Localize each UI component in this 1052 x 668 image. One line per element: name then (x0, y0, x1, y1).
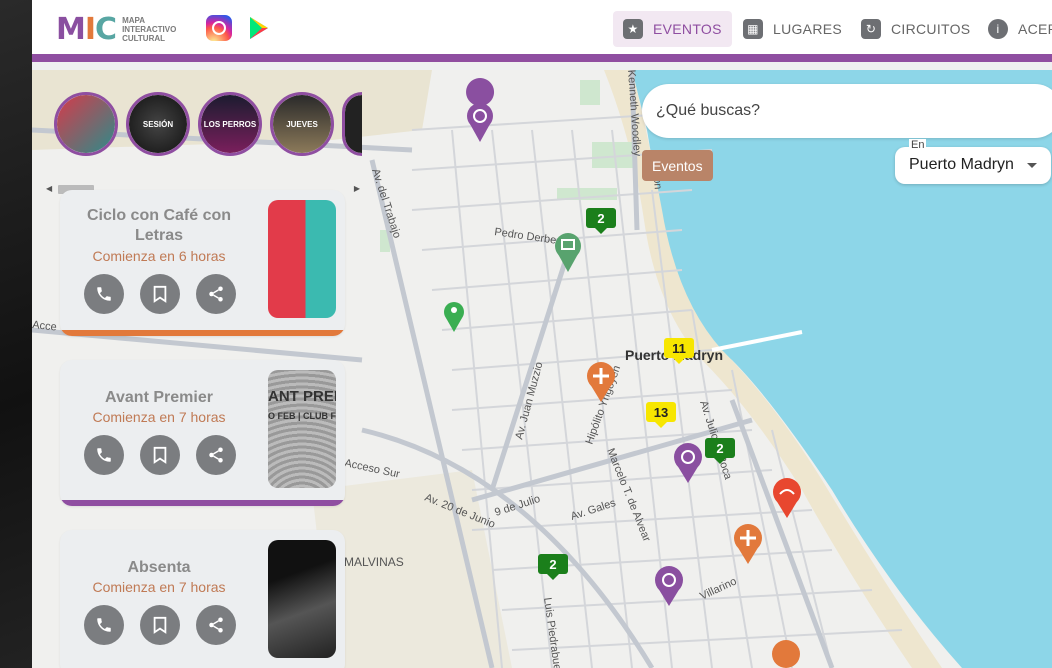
nav-eventos[interactable]: ★ EVENTOS (613, 11, 732, 47)
cluster-marker[interactable]: 2 (586, 208, 616, 234)
chevron-down-icon (1027, 163, 1037, 168)
story-thumbnail[interactable] (54, 92, 118, 156)
event-title: Absenta (127, 559, 191, 576)
share-button[interactable] (196, 605, 236, 645)
event-thumbnail[interactable] (268, 200, 336, 318)
bookmark-icon (153, 446, 167, 464)
event-start-time: Comienza en 6 horas (92, 248, 226, 264)
nav-acerca[interactable]: i ACERCA (978, 11, 1052, 47)
building-icon: ▦ (743, 19, 763, 39)
event-start-time: Comienza en 7 horas (92, 409, 226, 425)
svg-text:11: 11 (672, 341, 686, 356)
nav-label: ACERCA (1018, 21, 1052, 37)
story-thumbnail[interactable]: LOS PERROS (198, 92, 262, 156)
event-card[interactable]: Ciclo con Café con Letras Comienza en 6 … (60, 190, 345, 336)
instagram-icon[interactable] (206, 15, 232, 41)
event-thumbnail[interactable]: ANT PREM O FEB | CLUB FE (268, 370, 336, 488)
place-marker[interactable] (772, 640, 800, 668)
street-label: Av. Gales (569, 497, 618, 523)
city-select-label: En (909, 139, 927, 151)
event-thumbnail[interactable] (268, 540, 336, 658)
info-icon: i (988, 19, 1008, 39)
svg-text:2: 2 (716, 441, 723, 456)
story-thumbnail[interactable]: JUEVES (270, 92, 334, 156)
svg-text:13: 13 (654, 405, 668, 420)
nav-circuitos[interactable]: ↻ CIRCUITOS (851, 11, 980, 47)
event-card[interactable]: Avant Premier Comienza en 7 horas ANT PR… (60, 360, 345, 506)
street-label: Acceso Sur (343, 457, 401, 481)
bookmark-button[interactable] (140, 605, 180, 645)
svg-text:2: 2 (549, 557, 556, 572)
event-start-time: Comienza en 7 horas (92, 579, 226, 595)
scroll-right-icon[interactable]: ▶ (354, 184, 360, 193)
call-button[interactable] (84, 605, 124, 645)
logo[interactable]: MIC MAPA INTERACTIVO CULTURAL (56, 12, 186, 47)
bookmark-button[interactable] (140, 435, 180, 475)
top-bar: MIC MAPA INTERACTIVO CULTURAL ★ EVENTOS … (32, 0, 1052, 62)
story-thumbnail[interactable] (342, 92, 362, 156)
share-icon (209, 617, 223, 633)
event-title: Avant Premier (105, 389, 213, 406)
logo-mark: MIC (56, 12, 117, 47)
app-window: MIC MAPA INTERACTIVO CULTURAL ★ EVENTOS … (32, 0, 1052, 668)
event-title: Ciclo con Café con Letras (86, 207, 232, 244)
cluster-marker[interactable]: 13 (646, 402, 676, 428)
street-label: MALVINAS (344, 555, 404, 569)
nav-lugares[interactable]: ▦ LUGARES (733, 11, 852, 47)
card-accent-bar (60, 500, 345, 506)
desktop-background (0, 0, 32, 668)
story-thumbnail[interactable]: SESIÓN (126, 92, 190, 156)
street-label: Marcelo T. de Alvear (604, 447, 653, 544)
cluster-marker[interactable]: 2 (705, 438, 735, 464)
route-icon: ↻ (861, 19, 881, 39)
city-select-value: Puerto Madryn (909, 156, 1014, 173)
place-marker[interactable] (734, 524, 762, 564)
share-button[interactable] (196, 274, 236, 314)
bookmark-button[interactable] (140, 274, 180, 314)
stories-row[interactable]: SESIÓN LOS PERROS JUEVES ◀ ▶ (32, 88, 362, 194)
phone-icon (97, 287, 111, 301)
card-accent-bar (60, 330, 345, 336)
share-icon (209, 447, 223, 463)
scroll-left-icon[interactable]: ◀ (46, 184, 52, 193)
place-marker[interactable] (466, 78, 495, 142)
nav-label: LUGARES (773, 21, 843, 37)
nav-label: CIRCUITOS (891, 21, 971, 37)
phone-icon (97, 448, 111, 462)
map[interactable]: Pedro Derbes Av. del Trabajo Av. Juan Mu… (32, 70, 1052, 668)
event-card[interactable]: Absenta Comienza en 7 horas (60, 530, 345, 668)
place-marker[interactable] (555, 233, 581, 272)
star-ticket-icon: ★ (623, 19, 643, 39)
share-icon (209, 286, 223, 302)
call-button[interactable] (84, 435, 124, 475)
call-button[interactable] (84, 274, 124, 314)
bookmark-icon (153, 285, 167, 303)
bookmark-icon (153, 616, 167, 634)
filter-chip-eventos[interactable]: Eventos (642, 150, 713, 181)
nav-label: EVENTOS (653, 21, 722, 37)
phone-icon (97, 618, 111, 632)
search-input[interactable] (656, 98, 1036, 124)
city-select[interactable]: En Puerto Madryn (895, 139, 1051, 184)
search-box[interactable] (642, 84, 1052, 138)
street-label: Acce (32, 319, 57, 333)
svg-text:2: 2 (597, 211, 604, 226)
share-button[interactable] (196, 435, 236, 475)
google-play-icon[interactable] (246, 15, 272, 41)
logo-tagline: MAPA INTERACTIVO CULTURAL (122, 16, 177, 43)
